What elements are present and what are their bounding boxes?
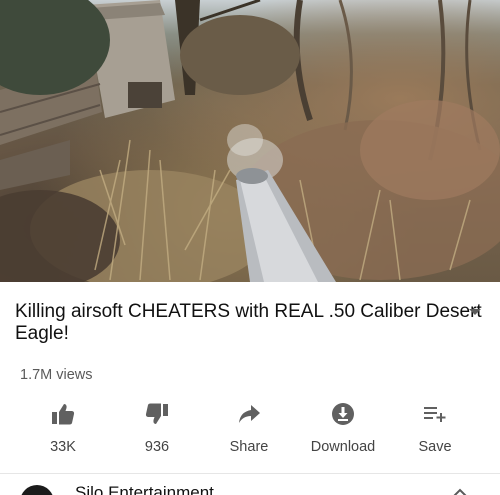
thumbs-down-icon [145, 403, 168, 424]
channel-name[interactable]: Silo Entertainment [75, 483, 214, 495]
save-label: Save [418, 439, 452, 455]
view-count: 1.7M views [20, 367, 93, 383]
share-label: Share [229, 439, 269, 455]
dislike-button[interactable]: 936 [112, 398, 202, 466]
download-label: Download [310, 439, 376, 455]
channel-row[interactable]: Silo Entertainment [0, 474, 500, 495]
video-player[interactable] [0, 0, 500, 282]
action-bar: 33K 936 Share Download Save [0, 398, 500, 468]
chevron-down-icon[interactable] [468, 307, 482, 317]
video-title[interactable]: Killing airsoft CHEATERS with REAL .50 C… [15, 301, 483, 345]
channel-avatar[interactable] [20, 485, 54, 495]
video-scene [0, 0, 500, 282]
thumbs-up-icon [52, 404, 75, 425]
save-playlist-icon [424, 407, 446, 422]
download-button[interactable]: Download [298, 398, 388, 466]
share-icon [239, 405, 260, 423]
like-count: 33K [50, 439, 76, 455]
download-icon [332, 403, 354, 425]
chevron-up-icon[interactable] [452, 488, 468, 495]
save-button[interactable]: Save [390, 398, 480, 466]
like-button[interactable]: 33K [18, 398, 108, 466]
dislike-count: 936 [144, 439, 170, 455]
share-button[interactable]: Share [204, 398, 294, 466]
